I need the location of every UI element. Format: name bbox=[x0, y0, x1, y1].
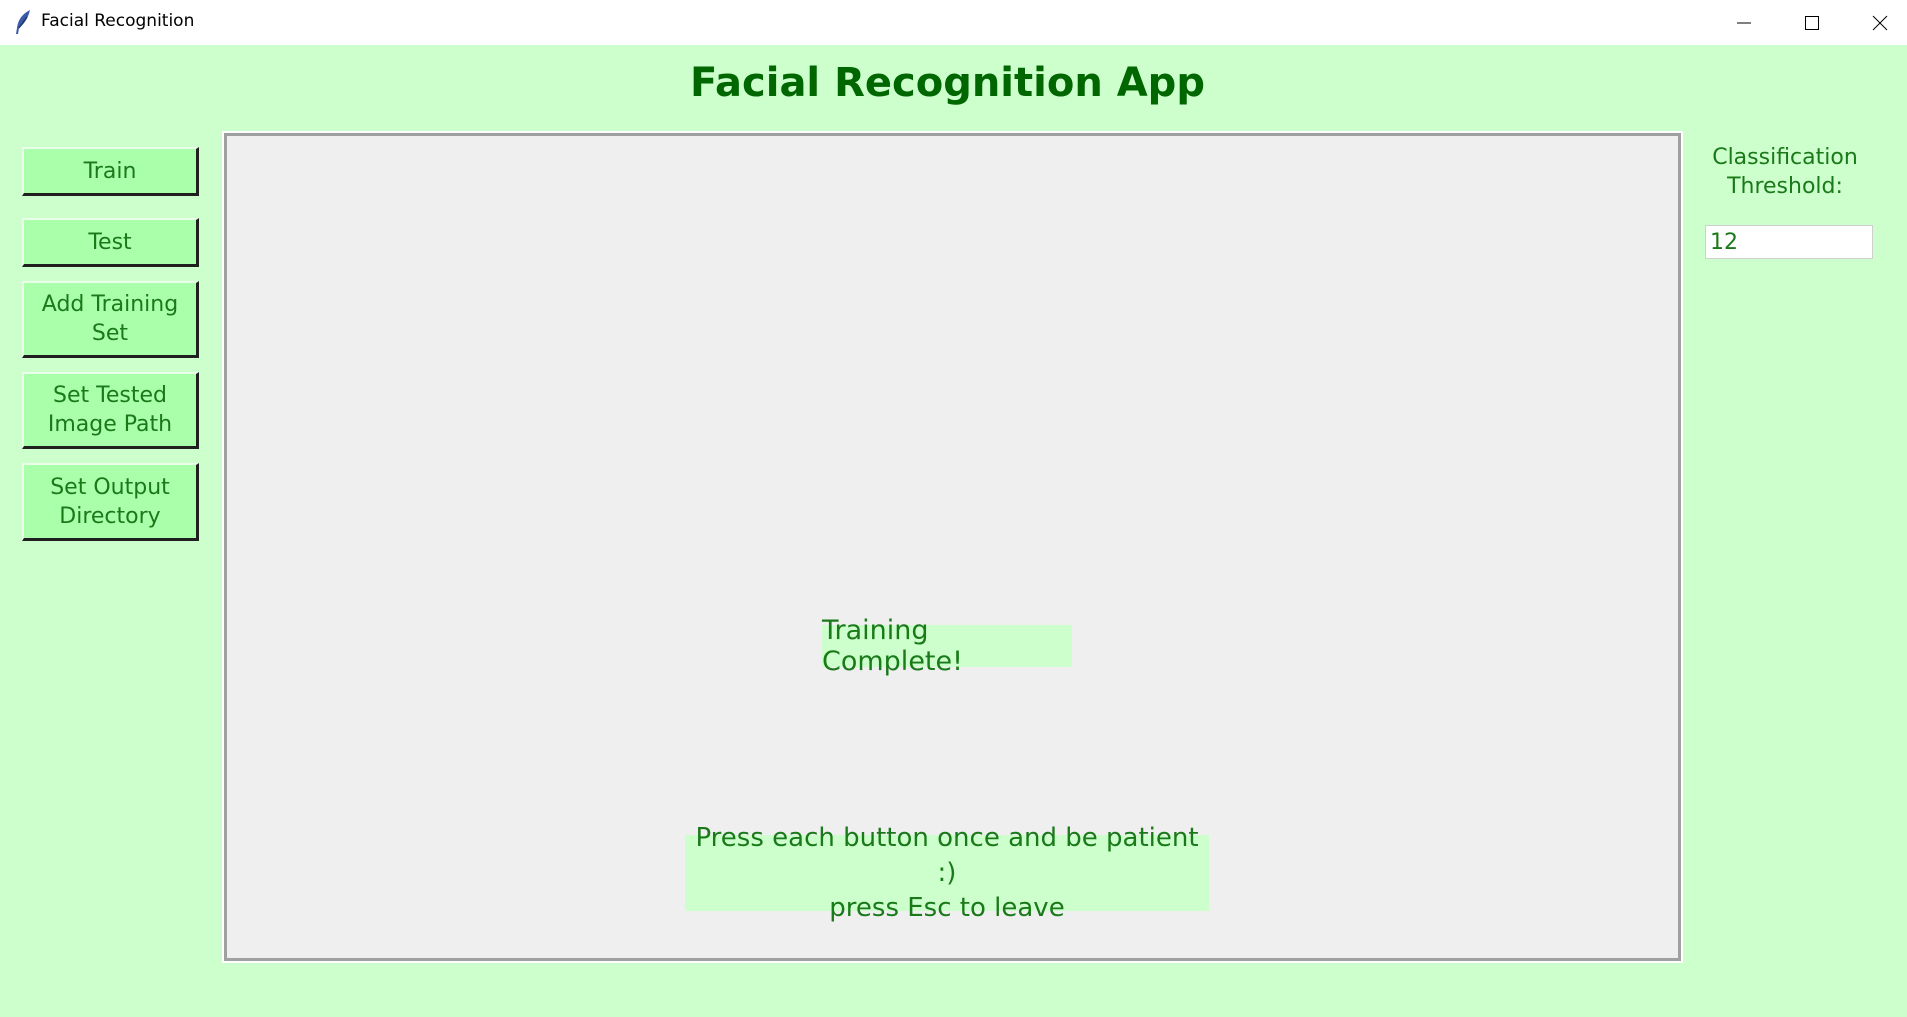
train-button[interactable]: Train bbox=[22, 147, 199, 196]
set-output-directory-button[interactable]: Set Output Directory bbox=[22, 463, 199, 541]
app-heading: Facial Recognition App bbox=[690, 60, 1205, 106]
maximize-button[interactable] bbox=[1778, 0, 1846, 45]
threshold-label: Classification Threshold: bbox=[1712, 145, 1858, 199]
close-icon bbox=[1872, 15, 1888, 30]
window-title: Facial Recognition bbox=[41, 11, 195, 31]
close-button[interactable] bbox=[1846, 0, 1907, 45]
feather-icon bbox=[16, 10, 30, 34]
minimize-button[interactable] bbox=[1710, 0, 1778, 45]
window-titlebar: Facial Recognition bbox=[0, 0, 1907, 45]
instructions-label: Press each button once and be patient :)… bbox=[685, 823, 1209, 923]
status-label: Training Complete! bbox=[822, 615, 1072, 677]
test-button[interactable]: Test bbox=[22, 218, 199, 267]
threshold-input[interactable] bbox=[1705, 225, 1873, 259]
add-training-set-button[interactable]: Add Training Set bbox=[22, 281, 199, 358]
maximize-icon bbox=[1805, 15, 1819, 30]
minimize-icon bbox=[1737, 22, 1751, 23]
set-tested-image-path-button[interactable]: Set Tested Image Path bbox=[22, 372, 199, 449]
